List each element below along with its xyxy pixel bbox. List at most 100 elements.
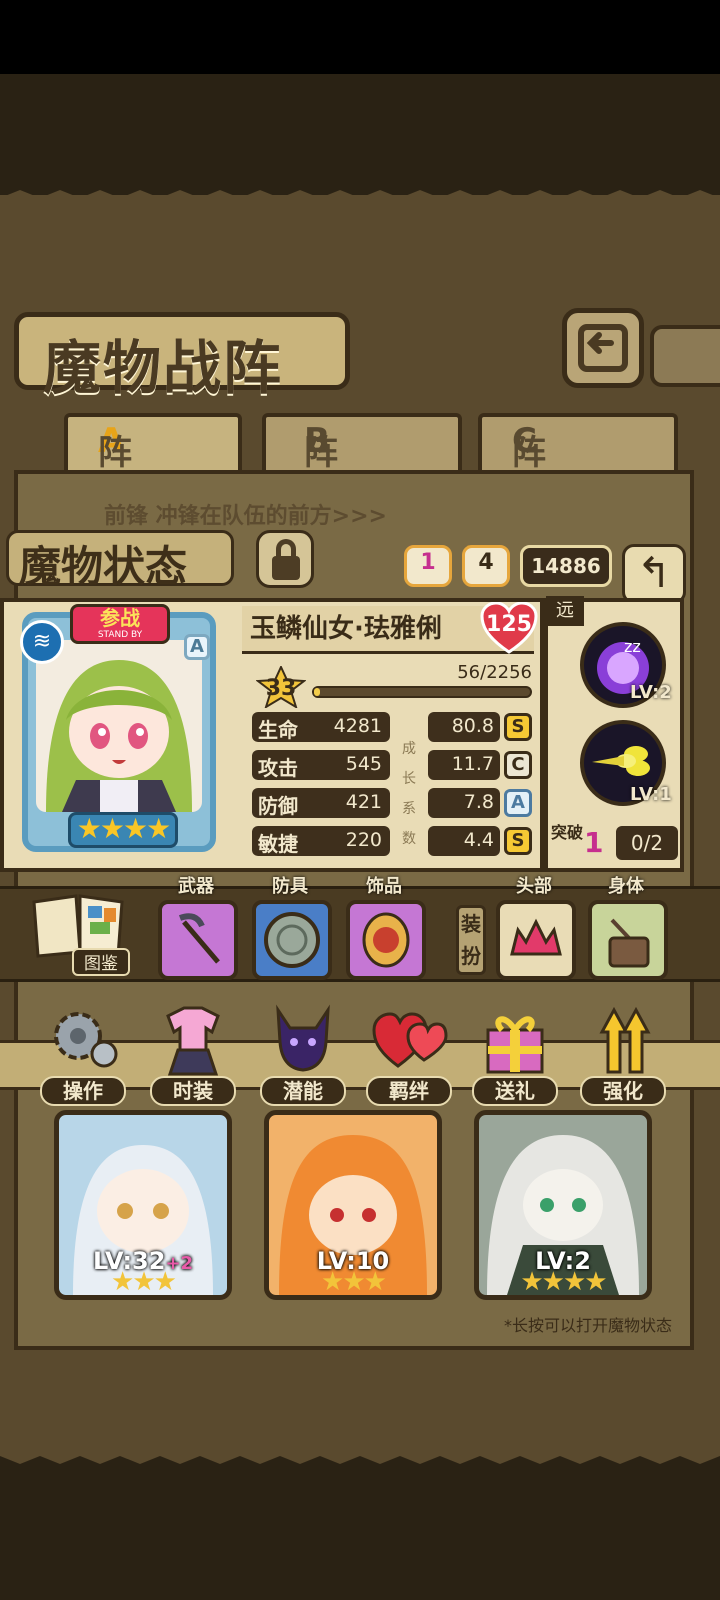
growth-value: 80.8	[451, 715, 494, 737]
bond-button[interactable]: 羁绊	[364, 1000, 454, 1108]
team-monster-card[interactable]: LV:10 ★★★	[264, 1110, 442, 1300]
armor-label: 防具	[272, 876, 308, 897]
armor-slot[interactable]	[252, 900, 332, 980]
team-monster-stars: ★★★	[321, 1267, 387, 1297]
rank-badge: A	[184, 634, 210, 660]
gear-icon	[54, 1012, 118, 1068]
action-label: 时装	[150, 1076, 236, 1106]
heart-value: 125	[486, 612, 532, 637]
enhance-button[interactable]: 强化	[578, 1000, 668, 1108]
monster-stars: ★★★★	[68, 812, 178, 848]
growth-label-char: 系	[402, 801, 416, 817]
potential-button[interactable]: 潜能	[258, 1000, 348, 1108]
return-arrow-icon: ↰	[636, 548, 672, 597]
growth-box: 11.7	[428, 750, 500, 780]
growth-grade: S	[504, 827, 532, 855]
exp-bar-fill	[314, 688, 321, 696]
standby-subtext: STAND BY	[97, 630, 143, 640]
growth-label-char: 成	[402, 741, 416, 757]
stat-box: 生命 4281	[252, 712, 390, 742]
standby-text: 参战	[100, 606, 140, 630]
monster-name: 玉鳞仙女·珐雅俐	[250, 614, 442, 644]
gift-box-icon	[486, 1016, 544, 1074]
bond-value: 1	[420, 550, 436, 575]
dress-label: 装扮	[456, 905, 486, 975]
back-arrow-icon	[578, 324, 628, 372]
body-label: 身体	[608, 876, 644, 897]
breakthrough-row: 突破 1 0/2	[550, 824, 678, 864]
tab-formation-b[interactable]: 阵型B	[262, 413, 462, 522]
range-tag: 远	[546, 596, 584, 626]
potential-value: 4	[478, 550, 494, 575]
upgrade-arrows-icon	[599, 1006, 651, 1074]
return-button[interactable]: ↰	[622, 544, 686, 604]
accessory-slot[interactable]	[346, 900, 426, 980]
head-ornament-icon	[510, 918, 562, 956]
brooch-icon	[362, 912, 410, 968]
stat-box: 防御 421	[252, 788, 390, 818]
team-monster-stars: ★★★	[111, 1267, 177, 1297]
fashion-button[interactable]: 时装	[148, 1000, 238, 1108]
stat-row-defense: 防御 421 7.8 A	[252, 788, 536, 820]
lock-icon-body	[272, 556, 300, 580]
growth-value: 4.4	[463, 829, 494, 851]
team-monster-stars: ★★★★	[520, 1267, 607, 1297]
gift-button[interactable]: 送礼	[470, 1000, 560, 1108]
breakthrough-value: 1	[584, 826, 604, 859]
stat-row-agility: 敏捷 220 4.4 S	[252, 826, 536, 858]
growth-grade: C	[504, 751, 532, 779]
power-box: 14886	[520, 545, 612, 587]
status-bar-area	[0, 0, 720, 74]
breakthrough-label: 突破	[550, 823, 583, 842]
level-value: 33	[265, 676, 297, 701]
monster-character-image	[46, 660, 192, 812]
stat-value: 4281	[333, 715, 382, 737]
bond-box: 1	[404, 545, 452, 587]
skill-level: LV:2	[630, 682, 672, 703]
team-monster-card[interactable]: LV:2 ★★★★	[474, 1110, 652, 1300]
power-value: 14886	[531, 554, 601, 578]
exp-bar	[312, 686, 532, 698]
stat-value: 545	[345, 753, 382, 775]
action-label: 强化	[580, 1076, 666, 1106]
stat-value: 220	[345, 829, 382, 851]
tab-formation-c[interactable]: 阵型C	[478, 413, 678, 522]
level-badge: 33	[255, 664, 307, 710]
stat-name: 生命	[258, 718, 298, 742]
standby-badge: 参战 STAND BY	[70, 604, 170, 644]
page-title-plate: 魔物战阵	[14, 312, 350, 402]
heart-affinity: 125	[480, 601, 538, 654]
status-title: 魔物状态	[19, 542, 188, 591]
shield-icon	[264, 912, 320, 968]
weapon-slot[interactable]	[158, 900, 238, 980]
growth-value: 11.7	[451, 753, 494, 775]
exp-text: 56/2256	[457, 662, 532, 683]
growth-value: 7.8	[463, 791, 494, 813]
growth-grade: S	[504, 713, 532, 741]
team-monster-card[interactable]: LV:32+2 ★★★	[54, 1110, 232, 1300]
growth-box: 4.4	[428, 826, 500, 856]
lock-button[interactable]	[256, 530, 314, 588]
action-label: 潜能	[260, 1076, 346, 1106]
side-tab-handle[interactable]	[650, 325, 720, 387]
water-element-icon: ≋	[20, 620, 64, 664]
action-label: 操作	[40, 1076, 126, 1106]
outfit-icon	[166, 1006, 220, 1076]
monster-portrait-art	[36, 640, 202, 812]
growth-box: 80.8	[428, 712, 500, 742]
potential-box: 4	[462, 545, 510, 587]
page-title: 魔物战阵	[43, 334, 284, 402]
action-label: 送礼	[472, 1076, 558, 1106]
back-button[interactable]	[562, 308, 644, 388]
front-hint: 前锋 冲锋在队伍的前方>>>	[104, 504, 387, 529]
operate-button[interactable]: 操作	[38, 1000, 128, 1108]
body-slot[interactable]	[588, 900, 668, 980]
stat-row-hp: 生命 4281 80.8 S	[252, 712, 536, 744]
status-title-plate: 魔物状态	[6, 530, 234, 591]
stat-name: 防御	[258, 794, 298, 818]
head-slot[interactable]	[496, 900, 576, 980]
stat-value: 421	[345, 791, 382, 813]
shadow-devil-icon	[276, 1004, 330, 1072]
tab-formation-a[interactable]: 阵型A	[64, 413, 242, 522]
skill-level: LV:1	[630, 784, 672, 805]
